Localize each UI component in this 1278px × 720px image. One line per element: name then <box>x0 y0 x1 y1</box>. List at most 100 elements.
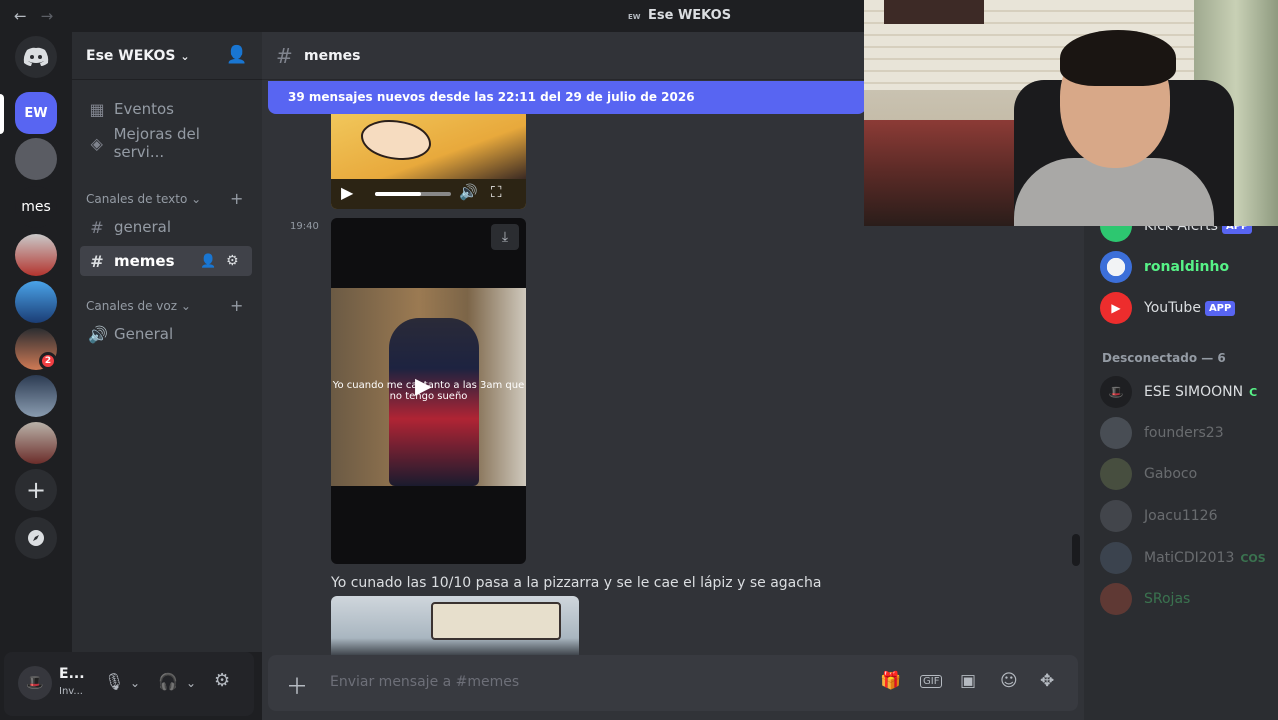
user-panel: 🎩 E... Inv... 🎙 ⌄ 🎧 ⌄ ⚙ <box>4 652 254 716</box>
avatar[interactable]: 🎩 <box>18 666 52 700</box>
emoji-icon[interactable]: ☺ <box>1000 671 1018 691</box>
play-icon[interactable]: ▶ <box>341 183 353 202</box>
video-attachment[interactable]: ▶ 🔊 ⛶ <box>331 114 526 209</box>
channel-memes[interactable]: # memes 👤 ⚙ <box>80 246 252 276</box>
discord-logo-icon <box>23 47 49 66</box>
message-composer: ＋ 🎁 GIF ▣ ☺ ✥ <box>268 655 1078 711</box>
cartoon-hand <box>361 120 431 160</box>
server-mini-icon: EW <box>628 13 641 21</box>
attach-plus-icon[interactable]: ＋ <box>286 669 308 701</box>
server-icon-mes[interactable]: mes <box>15 186 57 228</box>
member-item[interactable]: ▶ YouTube APP <box>1100 290 1278 326</box>
discord-home-button[interactable] <box>15 36 57 78</box>
server-header[interactable]: Ese WEKOS ⌄ 👤 <box>72 32 262 80</box>
app-tag: APP <box>1204 300 1236 316</box>
volume-slider[interactable] <box>375 192 451 196</box>
sticker-icon[interactable]: ▣ <box>960 671 976 691</box>
active-server-pill <box>0 94 4 134</box>
fullscreen-icon[interactable]: ⛶ <box>491 183 502 201</box>
webcam-shelf <box>864 120 1024 226</box>
play-icon[interactable]: ▶ <box>415 374 432 399</box>
gear-icon[interactable]: ⚙ <box>214 670 230 691</box>
invite-icon[interactable]: 👤 <box>200 254 216 269</box>
headphones-icon[interactable]: 🎧 <box>158 672 178 691</box>
gear-icon[interactable]: ⚙ <box>226 253 239 269</box>
chevron-down-icon: ⌄ <box>191 192 202 206</box>
microphone-icon[interactable]: 🎙 <box>104 672 124 691</box>
webcam-overlay <box>864 0 1278 226</box>
activity-badge: COS <box>1240 551 1266 565</box>
events-row[interactable]: ▦ Eventos <box>80 94 252 124</box>
discover-button[interactable] <box>15 517 57 559</box>
avatar <box>1100 583 1132 615</box>
avatar <box>1100 251 1132 283</box>
server-icon-2[interactable] <box>15 138 57 180</box>
channel-sidebar: Ese WEKOS ⌄ 👤 ▦ Eventos ◈ Mejoras del serv… <box>72 32 262 652</box>
gif-icon[interactable]: GIF <box>920 675 943 688</box>
avatar <box>1100 417 1132 449</box>
webcam-shirt <box>1014 158 1214 226</box>
channel-name: memes <box>304 48 361 64</box>
message-timestamp: 19:40 <box>290 221 319 232</box>
server-icon-ew[interactable]: EW <box>15 92 57 134</box>
speaker-icon: 🔊 <box>88 324 108 344</box>
video-person <box>389 318 479 486</box>
member-item[interactable]: founders23 <box>1100 415 1278 451</box>
member-item[interactable]: Gaboco <box>1100 456 1278 492</box>
offline-header: Desconectado — 6 <box>1102 351 1226 365</box>
invite-people-icon[interactable]: 👤 <box>226 45 247 65</box>
chevron-down-icon[interactable]: ⌄ <box>130 676 140 690</box>
window-title: EW Ese WEKOS <box>628 8 732 23</box>
image-attachment[interactable] <box>331 596 579 656</box>
calendar-icon: ▦ <box>89 99 105 119</box>
create-voice-channel-icon[interactable]: + <box>230 296 243 315</box>
slider-fill <box>375 192 421 196</box>
unread-badge: 2 <box>39 352 57 370</box>
hash-icon: # <box>276 44 293 68</box>
user-status: Inv... <box>59 686 83 697</box>
member-item[interactable]: MatiCDI2013 COS <box>1100 540 1278 576</box>
webcam-poster <box>884 0 984 24</box>
gift-icon[interactable]: 🎁 <box>880 671 901 691</box>
channel-general[interactable]: # general <box>80 212 252 242</box>
boost-icon: ◈ <box>90 133 103 153</box>
server-icon-5[interactable] <box>15 281 57 323</box>
back-arrow-icon[interactable]: ← <box>14 7 41 25</box>
user-name: E... <box>59 666 85 682</box>
compass-icon <box>28 530 44 546</box>
chevron-down-icon: ⌄ <box>180 50 190 63</box>
download-icon[interactable]: ⤓ <box>491 224 519 250</box>
chevron-down-icon[interactable]: ⌄ <box>186 676 196 690</box>
member-item[interactable]: ronaldinho <box>1100 249 1278 285</box>
server-icon-4[interactable] <box>15 234 57 276</box>
navigation-arrows[interactable]: ←→ <box>14 7 67 25</box>
forward-arrow-icon[interactable]: → <box>41 7 68 25</box>
apps-icon[interactable]: ✥ <box>1040 671 1054 691</box>
video-attachment[interactable]: ⤓ Yo cuando me cantanto a las 3am que no… <box>331 218 526 564</box>
volume-icon[interactable]: 🔊 <box>459 183 478 201</box>
message-input[interactable] <box>330 671 810 693</box>
server-icon-8[interactable] <box>15 422 57 464</box>
scrollbar[interactable] <box>1072 534 1080 566</box>
avatar <box>1100 542 1132 574</box>
webcam-hair <box>1060 30 1176 86</box>
avatar <box>1100 458 1132 490</box>
voice-channels-category[interactable]: Canales de voz ⌄ <box>86 299 191 313</box>
member-item[interactable]: 🎩 ESE SIMOONN C <box>1100 374 1278 410</box>
avatar <box>1100 500 1132 532</box>
member-item[interactable]: Joacu1126 <box>1100 498 1278 534</box>
hash-icon: # <box>90 251 104 271</box>
server-name: Ese WEKOS ⌄ <box>86 48 190 64</box>
create-text-channel-icon[interactable]: + <box>230 189 243 208</box>
server-icon-6[interactable]: 2 <box>15 328 57 370</box>
image-sign <box>431 602 561 640</box>
new-messages-bar[interactable]: 39 mensajes nuevos desde las 22:11 del 2… <box>268 81 866 114</box>
avatar: 🎩 <box>1100 376 1132 408</box>
text-channels-category[interactable]: Canales de texto ⌄ <box>86 192 201 206</box>
video-thumbnail <box>331 114 526 179</box>
member-item[interactable]: SRojas <box>1100 581 1278 617</box>
add-server-button[interactable]: + <box>15 469 57 511</box>
voice-channel-general[interactable]: 🔊 General <box>80 319 252 349</box>
boosts-row[interactable]: ◈ Mejoras del servi... <box>80 125 252 161</box>
server-icon-7[interactable] <box>15 375 57 417</box>
